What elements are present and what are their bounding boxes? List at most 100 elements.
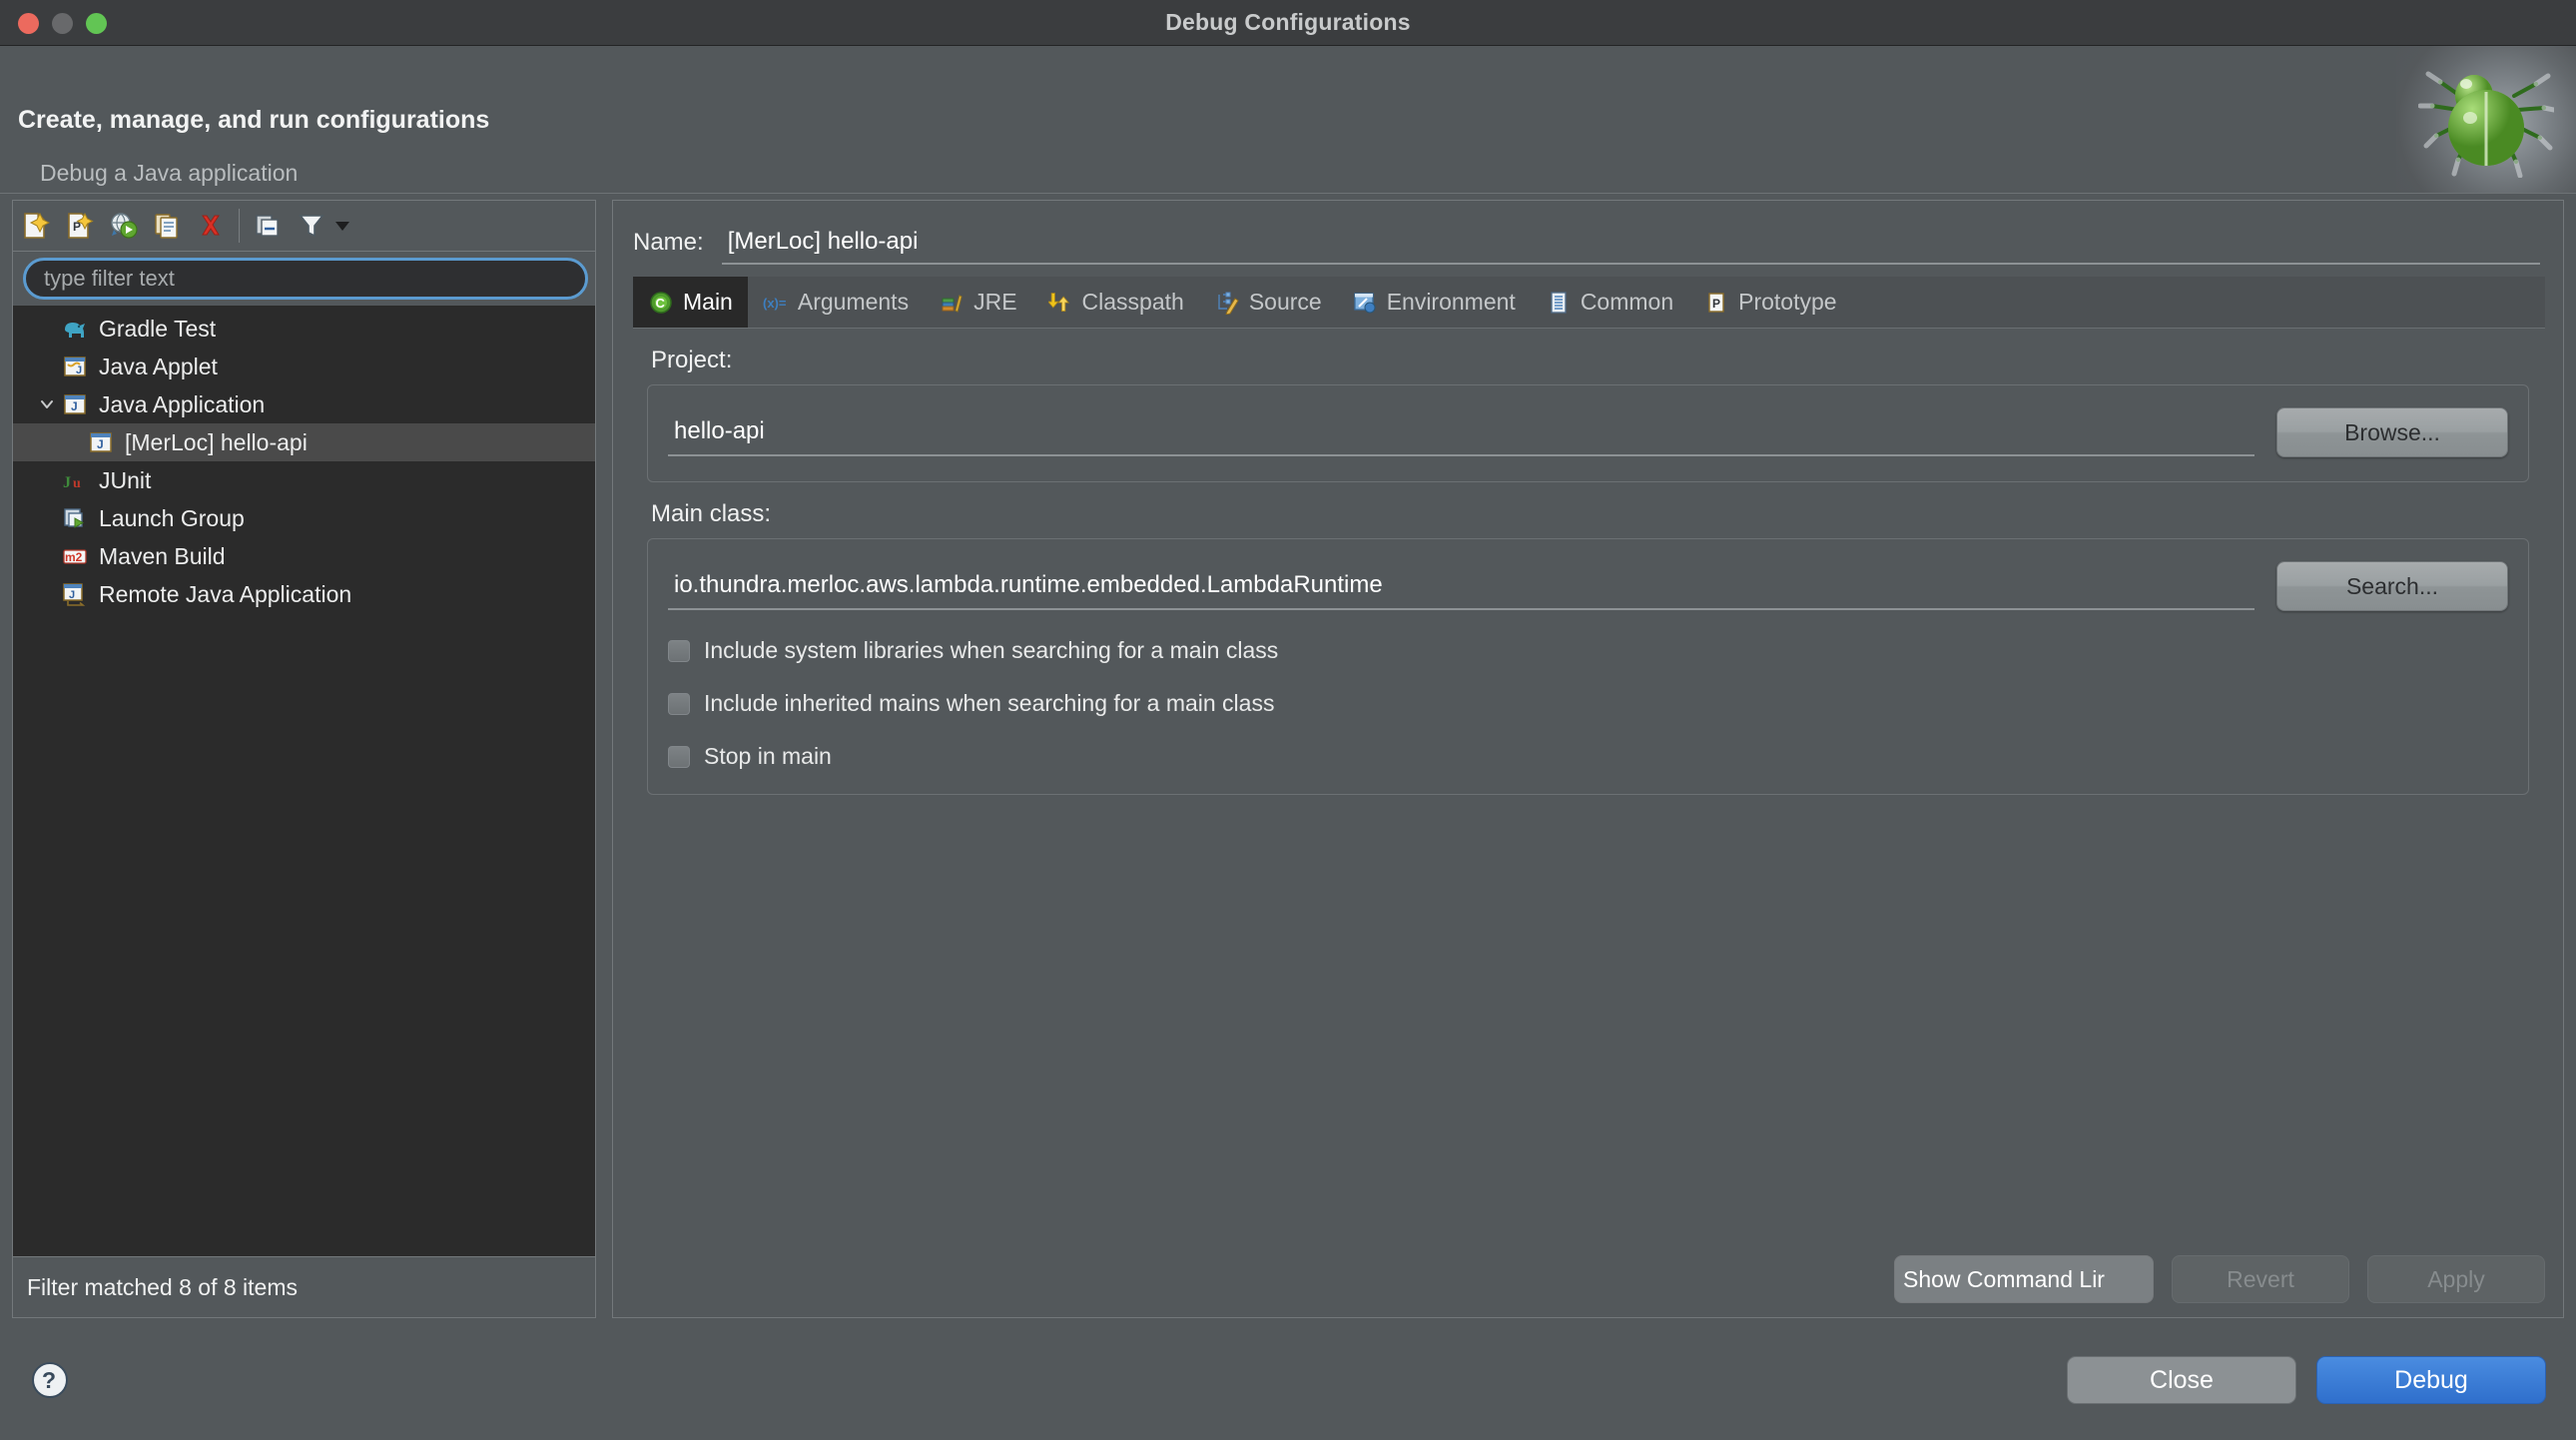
common-icon: [1546, 290, 1572, 316]
tree-item-label: [MerLoc] hello-api: [125, 428, 308, 455]
filter-dropdown-caret-icon[interactable]: [335, 221, 349, 231]
tab-main[interactable]: C Main: [633, 277, 748, 328]
svg-text:(x)=: (x)=: [763, 296, 787, 311]
close-button[interactable]: Close: [2067, 1356, 2296, 1404]
project-input[interactable]: [668, 408, 2254, 456]
tab-prototype[interactable]: P Prototype: [1688, 277, 1851, 328]
name-row: Name:: [633, 219, 2540, 267]
tab-label: Main: [683, 289, 733, 315]
tree-item-label: Gradle Test: [99, 315, 217, 342]
chevron-down-icon[interactable]: [35, 395, 59, 413]
stop-in-main-row[interactable]: Stop in main: [668, 743, 2508, 770]
duplicate-icon[interactable]: [145, 204, 189, 248]
filter-status-text: Filter matched 8 of 8 items: [27, 1273, 298, 1300]
tab-label: Source: [1248, 289, 1322, 315]
include-inherited-mains-row[interactable]: Include inherited mains when searching f…: [668, 690, 2508, 717]
page-title: Create, manage, and run configurations: [18, 106, 490, 134]
maximize-window-button[interactable]: [86, 12, 107, 34]
delete-red-x-icon[interactable]: [189, 204, 233, 248]
dialog-header: Create, manage, and run configurations D…: [0, 46, 2576, 194]
stop-in-main-checkbox[interactable]: [668, 745, 690, 768]
filter-input[interactable]: [23, 258, 588, 300]
panel-action-row: Show Command Lir Revert Apply: [1894, 1255, 2545, 1303]
tab-common[interactable]: Common: [1531, 277, 1688, 328]
svg-text:J: J: [76, 364, 82, 376]
include-system-libraries-row[interactable]: Include system libraries when searching …: [668, 637, 2508, 664]
tree-item-java-applet[interactable]: J Java Applet: [13, 348, 595, 385]
maven-m2-icon: m2: [61, 542, 89, 570]
svg-text:m2: m2: [65, 550, 83, 564]
configurations-tree[interactable]: Gradle Test J Java Applet J Java Applica…: [12, 306, 596, 1256]
configuration-detail-panel: Name: C Main (x)= Arguments: [612, 200, 2564, 1318]
filter-row: [12, 252, 596, 306]
filter-status-bar: Filter matched 8 of 8 items: [12, 1256, 596, 1318]
close-window-button[interactable]: [18, 12, 39, 34]
name-input[interactable]: [721, 221, 2540, 265]
include-inherited-mains-checkbox[interactable]: [668, 692, 690, 715]
tree-item-label: Java Application: [99, 390, 266, 417]
revert-button[interactable]: Revert: [2172, 1255, 2349, 1303]
main-class-group: Search... Include system libraries when …: [647, 538, 2529, 795]
java-applet-icon: J: [61, 353, 89, 380]
main-class-input[interactable]: [668, 562, 2254, 610]
green-bug-icon: [2418, 71, 2554, 178]
tree-item-merloc-hello-api[interactable]: J [MerLoc] hello-api: [13, 423, 595, 461]
checkbox-label: Stop in main: [704, 743, 832, 769]
export-run-icon[interactable]: [101, 204, 145, 248]
collapse-all-icon[interactable]: [246, 204, 290, 248]
main-tab-content: Project: Browse... Main class: Search...…: [633, 329, 2545, 1287]
tab-label: Prototype: [1738, 289, 1837, 315]
new-config-icon[interactable]: [13, 204, 57, 248]
tree-item-gradle-test[interactable]: Gradle Test: [13, 310, 595, 348]
traffic-light-group: [18, 0, 107, 46]
arguments-xeq-icon: (x)=: [763, 290, 789, 316]
page-subtitle: Debug a Java application: [40, 160, 299, 186]
tab-arguments[interactable]: (x)= Arguments: [748, 277, 924, 328]
filter-funnel-icon[interactable]: [290, 204, 333, 248]
gradle-elephant-icon: [61, 315, 89, 343]
search-button[interactable]: Search...: [2276, 561, 2508, 611]
window-titlebar: Debug Configurations: [0, 0, 2576, 46]
prototype-p-icon: P: [1703, 290, 1729, 316]
header-banner: [2396, 46, 2576, 193]
project-field-row: Browse...: [668, 407, 2508, 457]
include-system-libraries-checkbox[interactable]: [668, 639, 690, 662]
tree-item-launch-group[interactable]: Launch Group: [13, 499, 595, 537]
tab-source[interactable]: Source: [1199, 277, 1337, 328]
minimize-window-button[interactable]: [52, 12, 73, 34]
name-label: Name:: [633, 229, 704, 256]
tree-item-java-application[interactable]: J Java Application: [13, 385, 595, 423]
tab-label: Common: [1580, 289, 1674, 315]
svg-text:C: C: [656, 296, 666, 311]
tree-item-junit[interactable]: J u JUnit: [13, 461, 595, 499]
apply-button[interactable]: Apply: [2367, 1255, 2545, 1303]
svg-text:u: u: [73, 476, 81, 491]
checkbox-label: Include system libraries when searching …: [704, 637, 1279, 663]
environment-icon: [1352, 290, 1378, 316]
svg-text:J: J: [63, 474, 71, 491]
debug-button[interactable]: Debug: [2316, 1356, 2546, 1404]
help-question-icon[interactable]: ?: [30, 1360, 70, 1400]
dialog-footer-actions: Close Debug: [2067, 1356, 2546, 1404]
tab-environment[interactable]: Environment: [1337, 277, 1531, 328]
java-application-icon: J: [61, 390, 89, 418]
launch-group-icon: [61, 504, 89, 532]
tree-item-maven-build[interactable]: m2 Maven Build: [13, 537, 595, 575]
show-command-line-button[interactable]: Show Command Lir: [1894, 1255, 2154, 1303]
configuration-tabs: C Main (x)= Arguments JRE Classpath Sour…: [633, 277, 2545, 329]
svg-text:P: P: [1712, 297, 1720, 311]
tab-jre[interactable]: JRE: [924, 277, 1031, 328]
tree-item-remote-java-application[interactable]: J Remote Java Application: [13, 575, 595, 613]
classpath-arrows-icon: [1047, 290, 1073, 316]
svg-text:J: J: [71, 399, 78, 413]
tab-label: Environment: [1386, 289, 1516, 315]
project-group: Browse...: [647, 384, 2529, 482]
checkbox-label: Include inherited mains when searching f…: [704, 690, 1275, 716]
browse-button[interactable]: Browse...: [2276, 407, 2508, 457]
tree-item-label: Remote Java Application: [99, 580, 352, 607]
tab-classpath[interactable]: Classpath: [1032, 277, 1199, 328]
new-prototype-icon[interactable]: P: [57, 204, 101, 248]
main-class-field-row: Search...: [668, 561, 2508, 611]
tree-item-label: Launch Group: [99, 504, 245, 531]
tree-item-label: Maven Build: [99, 542, 226, 569]
